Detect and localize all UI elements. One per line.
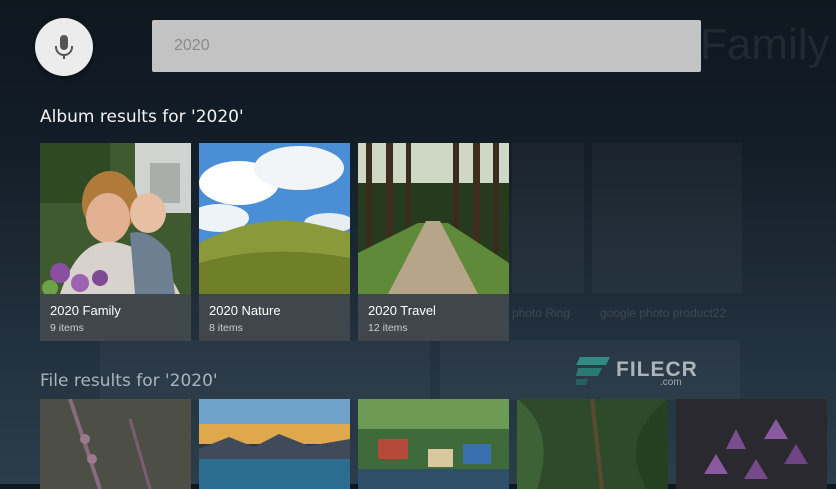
album-card-info: 2020 Travel 12 items (368, 303, 436, 334)
filecr-logo-icon (576, 357, 610, 385)
background-caption: google photo product22 (600, 306, 727, 320)
album-title: 2020 Family (50, 303, 121, 318)
file-thumbnail[interactable] (358, 399, 509, 489)
album-item-count: 8 items (209, 322, 243, 334)
file-results-row (40, 399, 827, 489)
album-results-heading: Album results for '2020' (40, 107, 244, 127)
search-input[interactable]: 2020 (152, 20, 701, 72)
file-results-heading: File results for '2020' (40, 371, 218, 391)
album-item-count: 9 items (50, 322, 84, 334)
album-item-count: 12 items (368, 322, 408, 334)
album-card-travel[interactable]: 2020 Travel 12 items (358, 143, 509, 341)
file-thumbnail[interactable] (517, 399, 668, 489)
background-tile (512, 143, 584, 293)
album-card-info: 2020 Nature 8 items (209, 303, 281, 334)
voice-search-button[interactable] (35, 18, 93, 76)
album-thumbnail-travel (358, 143, 509, 294)
album-title: 2020 Travel (368, 303, 436, 318)
file-thumbnail[interactable] (676, 399, 827, 489)
file-thumbnail[interactable] (199, 399, 350, 489)
album-title: 2020 Nature (209, 303, 281, 318)
background-tile (100, 340, 430, 400)
background-caption: photo Ring (512, 306, 571, 320)
album-card-nature[interactable]: 2020 Nature 8 items (199, 143, 350, 341)
album-card-family[interactable]: 2020 Family 9 items (40, 143, 191, 341)
filecr-watermark: FILECR .com (576, 355, 698, 388)
album-thumbnail-nature (199, 143, 350, 294)
microphone-icon (55, 35, 73, 59)
watermark-suffix: .com (660, 377, 682, 388)
search-query-text: 2020 (174, 37, 210, 54)
background-ghost-title: Family (700, 20, 830, 69)
album-card-info: 2020 Family 9 items (50, 303, 121, 334)
file-thumbnail[interactable] (40, 399, 191, 489)
watermark-brand: FILECR (616, 358, 698, 381)
background-tile (592, 143, 742, 293)
album-results-row: 2020 Family 9 items 2020 Nature 8 items (40, 143, 509, 341)
album-thumbnail-family (40, 143, 191, 294)
